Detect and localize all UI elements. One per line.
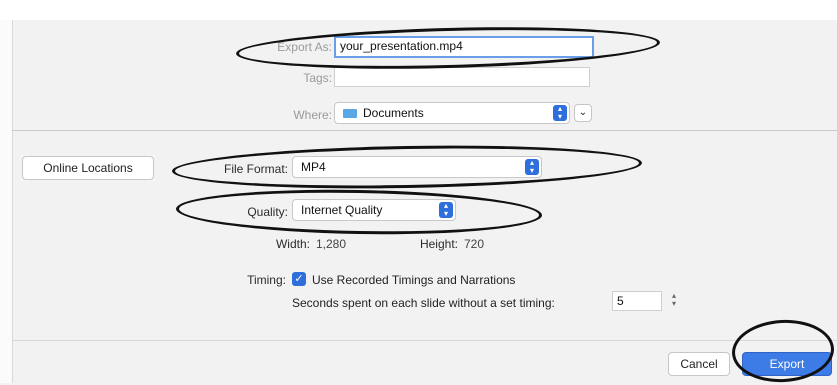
height-label: Height: [419,237,458,251]
section-divider [12,130,837,131]
popup-stepper-icon: ▴ ▾ [553,105,567,121]
height-value: 720 [464,237,485,251]
seconds-label: Seconds spent on each slide without a se… [292,296,555,310]
expand-button[interactable]: ⌄ [574,104,592,122]
chevron-down-icon: ⌄ [578,107,588,118]
use-recorded-timings-label: Use Recorded Timings and Narrations [312,273,516,287]
online-locations-button[interactable]: Online Locations [22,156,154,180]
where-value: Documents [363,106,424,120]
annotation-oval-file-format [171,141,643,193]
footer-divider [12,340,837,341]
width-value: 1,280 [316,237,347,251]
tags-label: Tags: [303,71,332,85]
seconds-field[interactable]: 5 [612,291,662,311]
use-recorded-timings-checkbox[interactable]: ✓ [292,272,306,286]
window-top-strip [0,0,837,20]
where-label: Where: [293,108,332,122]
tags-field[interactable] [334,67,590,87]
annotation-oval-export-as [235,22,661,74]
folder-icon [343,109,357,118]
width-label: Width: [275,237,310,251]
annotation-oval-quality [175,186,543,238]
sidebar-edge [0,20,13,383]
timing-label: Timing: [247,273,286,287]
checkmark-icon: ✓ [294,273,304,285]
cancel-button[interactable]: Cancel [668,352,730,376]
seconds-stepper-icon[interactable]: ▴ ▾ [668,292,680,310]
where-popup[interactable]: Documents ▴ ▾ [334,102,570,124]
